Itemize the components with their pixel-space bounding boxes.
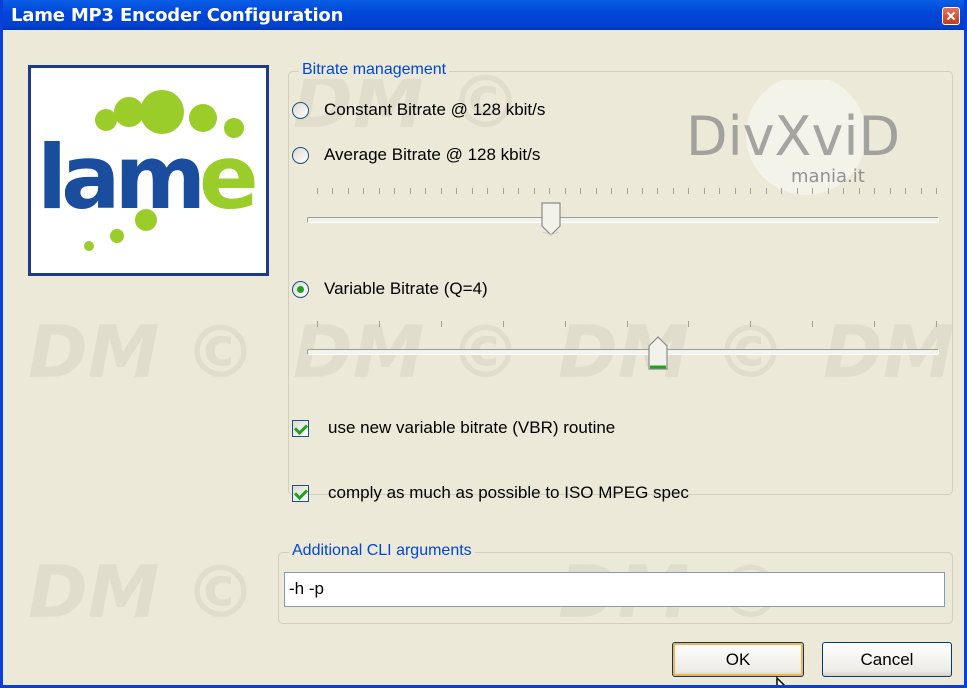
svg-text:e: e bbox=[199, 126, 255, 229]
average-slider-tick bbox=[657, 188, 658, 194]
average-bitrate-radio[interactable] bbox=[292, 147, 309, 164]
vbr-slider-track[interactable] bbox=[307, 349, 939, 355]
constant-bitrate-radio[interactable] bbox=[292, 102, 309, 119]
average-slider-tick bbox=[425, 188, 426, 194]
close-icon[interactable] bbox=[942, 7, 960, 25]
average-slider-tick bbox=[580, 188, 581, 194]
vbr-slider-tick bbox=[441, 321, 442, 327]
iso-mpeg-label[interactable]: comply as much as possible to ISO MPEG s… bbox=[328, 483, 689, 503]
average-slider-thumb[interactable] bbox=[541, 202, 561, 236]
mouse-pointer-icon bbox=[776, 676, 786, 685]
average-slider-tick bbox=[874, 188, 875, 194]
average-slider-tick bbox=[936, 188, 937, 194]
average-slider-tick bbox=[921, 188, 922, 194]
average-slider-track[interactable] bbox=[307, 217, 939, 223]
vbr-slider-tick bbox=[750, 321, 751, 327]
lame-logo: lam e bbox=[28, 65, 269, 276]
average-slider-tick bbox=[487, 188, 488, 194]
average-slider-tick bbox=[905, 188, 906, 194]
average-slider-tick bbox=[766, 188, 767, 194]
vbr-routine-checkbox[interactable] bbox=[292, 420, 309, 437]
variable-bitrate-label[interactable]: Variable Bitrate (Q=4) bbox=[324, 279, 488, 299]
bitrate-legend: Bitrate management bbox=[299, 61, 450, 79]
lame-logo-graphic: lam e bbox=[37, 90, 259, 251]
average-slider-tick bbox=[843, 188, 844, 194]
average-slider-tick bbox=[565, 188, 566, 194]
average-slider-tick bbox=[781, 188, 782, 194]
average-slider-tick bbox=[704, 188, 705, 194]
vbr-slider-tick bbox=[936, 321, 937, 327]
average-slider-tick bbox=[735, 188, 736, 194]
vbr-slider-tick bbox=[688, 321, 689, 327]
window-title: Lame MP3 Encoder Configuration bbox=[11, 5, 344, 26]
title-bar[interactable]: Lame MP3 Encoder Configuration bbox=[3, 0, 964, 30]
vbr-slider-ticks bbox=[317, 321, 937, 329]
average-slider-tick bbox=[394, 188, 395, 194]
variable-bitrate-radio[interactable] bbox=[292, 281, 309, 298]
average-slider-tick bbox=[673, 188, 674, 194]
ok-button[interactable]: OK bbox=[672, 642, 804, 677]
average-slider-ticks bbox=[317, 188, 937, 196]
average-slider-tick bbox=[379, 188, 380, 194]
vbr-slider-tick bbox=[565, 321, 566, 327]
cancel-button[interactable]: Cancel bbox=[822, 642, 952, 677]
average-slider-tick bbox=[317, 188, 318, 194]
average-slider-tick bbox=[797, 188, 798, 194]
vbr-slider-tick bbox=[874, 321, 875, 327]
average-slider-tick bbox=[518, 188, 519, 194]
dialog-window: Lame MP3 Encoder Configuration DM © DM ©… bbox=[0, 0, 967, 688]
watermark: DM © bbox=[28, 550, 257, 634]
cli-arguments-input[interactable]: -h -p bbox=[284, 572, 945, 607]
iso-mpeg-checkbox[interactable] bbox=[292, 485, 309, 502]
average-slider-tick bbox=[750, 188, 751, 194]
average-slider-tick bbox=[719, 188, 720, 194]
average-slider-tick bbox=[441, 188, 442, 194]
average-slider-tick bbox=[890, 188, 891, 194]
lame-logo-text: lam bbox=[37, 126, 200, 229]
average-bitrate-label[interactable]: Average Bitrate @ 128 kbit/s bbox=[324, 145, 540, 165]
average-slider-tick bbox=[363, 188, 364, 194]
average-slider-tick bbox=[828, 188, 829, 194]
vbr-slider-tick bbox=[379, 321, 380, 327]
average-slider-tick bbox=[534, 188, 535, 194]
average-slider-tick bbox=[627, 188, 628, 194]
watermark: DM © bbox=[28, 310, 257, 394]
average-slider-tick bbox=[503, 188, 504, 194]
vbr-slider-tick bbox=[812, 321, 813, 327]
cli-legend: Additional CLI arguments bbox=[289, 542, 475, 560]
average-slider-tick bbox=[348, 188, 349, 194]
average-slider-tick bbox=[410, 188, 411, 194]
average-slider-tick bbox=[812, 188, 813, 194]
average-slider-tick bbox=[596, 188, 597, 194]
average-slider-tick bbox=[688, 188, 689, 194]
average-slider-tick bbox=[456, 188, 457, 194]
average-slider-tick bbox=[549, 188, 550, 194]
average-slider-tick bbox=[332, 188, 333, 194]
average-slider-tick bbox=[859, 188, 860, 194]
dialog-client: DM © DM © DM © DM © DM © DM © DM © DM © … bbox=[3, 30, 964, 685]
constant-bitrate-label[interactable]: Constant Bitrate @ 128 kbit/s bbox=[324, 100, 545, 120]
average-slider-tick bbox=[472, 188, 473, 194]
average-slider-tick bbox=[611, 188, 612, 194]
vbr-slider-tick bbox=[627, 321, 628, 327]
vbr-slider-tick bbox=[503, 321, 504, 327]
average-slider-tick bbox=[642, 188, 643, 194]
vbr-slider-tick bbox=[317, 321, 318, 327]
vbr-slider-thumb[interactable] bbox=[648, 336, 668, 370]
vbr-routine-label[interactable]: use new variable bitrate (VBR) routine bbox=[328, 418, 615, 438]
